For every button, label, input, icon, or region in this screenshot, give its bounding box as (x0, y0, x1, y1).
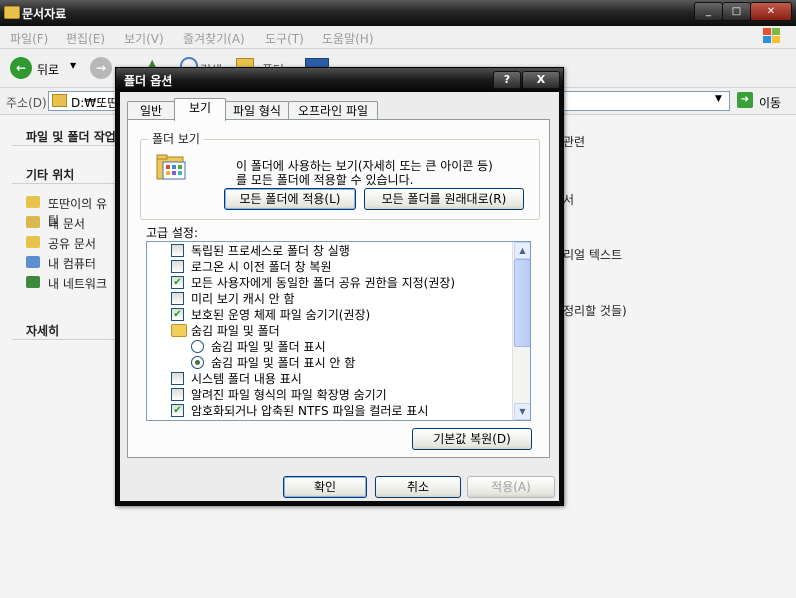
other-place-item[interactable]: 내 컴퓨터 (48, 255, 96, 272)
divider (12, 183, 118, 184)
checkbox[interactable] (171, 244, 184, 257)
checkbox[interactable] (171, 388, 184, 401)
address-label: 주소(D) (6, 96, 47, 110)
menu-file[interactable]: 파일(F) (10, 30, 48, 47)
checkbox-checked[interactable]: ✔ (171, 276, 184, 289)
setting-label: 알려진 파일 형식의 파일 확장명 숨기기 (191, 388, 387, 402)
tab-general[interactable]: 일반 (127, 101, 175, 120)
scroll-down-icon[interactable]: ▼ (514, 403, 530, 420)
apply-to-all-folders-button[interactable]: 모든 폴더에 적용(L) (224, 188, 356, 210)
setting-label: 모든 사용자에게 동일한 폴더 공유 권한을 지정(권장) (191, 276, 456, 290)
restore-defaults-button[interactable]: 기본값 복원(D) (412, 428, 532, 450)
dialog-close-button[interactable]: X (522, 71, 560, 89)
menu-bar: 파일(F) 편집(E) 보기(V) 즐겨찾기(A) 도구(T) 도움말(H) (0, 26, 796, 49)
address-dropdown-icon[interactable]: ▼ (715, 94, 722, 104)
file-item-partial[interactable]: 관련 (563, 133, 585, 150)
forward-arrow-icon[interactable]: → (90, 57, 112, 79)
network-icon (26, 276, 40, 288)
details-header[interactable]: 자세히 (26, 322, 59, 339)
tab-file-types[interactable]: 파일 형식 (225, 101, 289, 120)
shared-folder-icon (26, 236, 40, 248)
folder-view-icon (156, 154, 186, 180)
setting-label: 암호화되거나 압축된 NTFS 파일을 컬러로 표시 (191, 404, 429, 418)
setting-label: 독립된 프로세스로 폴더 창 실행 (191, 244, 350, 258)
address-value: D:₩또딴 (71, 96, 119, 110)
advanced-settings-list[interactable]: 독립된 프로세스로 폴더 창 실행 로그온 시 이전 폴더 창 복원 ✔ 모든 … (146, 241, 531, 421)
other-place-item[interactable]: 내 네트워크 (48, 275, 107, 292)
dialog-title: 폴더 옵션 (124, 74, 173, 88)
setting-group-label: 숨김 파일 및 폴더 (191, 324, 280, 338)
folder-icon (26, 196, 40, 208)
checkbox-checked[interactable]: ✔ (171, 404, 184, 417)
help-button[interactable]: ? (493, 71, 521, 89)
radio-button[interactable] (191, 340, 204, 353)
close-button[interactable]: ✕ (750, 2, 792, 21)
folder-options-dialog: 폴더 옵션 ? X 일반 보기 파일 형식 오프라인 파일 폴더 보기 이 폴더… (115, 67, 564, 506)
checkbox-checked[interactable]: ✔ (171, 308, 184, 321)
advanced-settings-label: 고급 설정: (146, 226, 199, 240)
apply-button[interactable]: 적용(A) (467, 476, 555, 498)
tab-offline-files[interactable]: 오프라인 파일 (288, 101, 378, 120)
reset-all-folders-button[interactable]: 모든 폴더를 원래대로(R) (364, 188, 524, 210)
go-arrow-icon[interactable]: ➜ (737, 92, 753, 108)
vertical-scrollbar[interactable]: ▲ ▼ (512, 242, 530, 420)
file-item-partial[interactable]: 서 (563, 191, 574, 208)
folder-icon (4, 6, 20, 19)
other-places-header[interactable]: 기타 위치 (26, 166, 74, 183)
radio-button-selected[interactable] (191, 356, 204, 369)
maximize-button[interactable]: □ (722, 2, 751, 21)
menu-edit[interactable]: 편집(E) (66, 30, 105, 47)
view-tab-panel: 폴더 보기 이 폴더에 사용하는 보기(자세히 또는 큰 아이콘 등) 를 모든… (127, 119, 550, 458)
window-titlebar[interactable]: 문서자료 _ □ ✕ (0, 0, 796, 26)
back-dropdown-icon[interactable]: ▼ (70, 61, 76, 70)
task-pane: 파일 및 폴더 작업 기타 위치 또딴이의 유틸 내 문서 공유 문서 내 컴퓨… (0, 115, 118, 598)
window-title: 문서자료 (22, 7, 67, 21)
setting-label: 숨김 파일 및 폴더 표시 (211, 340, 326, 354)
other-place-item[interactable]: 공유 문서 (48, 235, 96, 252)
my-computer-icon (26, 256, 40, 268)
file-folder-tasks-header[interactable]: 파일 및 폴더 작업 (26, 128, 116, 145)
go-button-label[interactable]: 이동 (759, 94, 781, 111)
tab-view[interactable]: 보기 (174, 98, 226, 121)
menu-help[interactable]: 도움말(H) (322, 30, 374, 47)
checkbox[interactable] (171, 292, 184, 305)
file-item-partial[interactable]: 정리할 것들) (563, 302, 627, 319)
checkbox[interactable] (171, 372, 184, 385)
setting-label: 로그온 시 이전 폴더 창 복원 (191, 260, 332, 274)
menu-view[interactable]: 보기(V) (124, 30, 164, 47)
folder-view-label: 폴더 보기 (148, 130, 204, 147)
folder-icon (52, 94, 67, 107)
dialog-titlebar[interactable]: 폴더 옵션 ? X (116, 68, 563, 92)
back-arrow-icon[interactable]: ← (10, 57, 32, 79)
divider (12, 339, 118, 340)
setting-label: 보호된 운영 체제 파일 숨기기(권장) (191, 308, 371, 322)
scroll-thumb[interactable] (514, 259, 530, 347)
setting-label: 시스템 폴더 내용 표시 (191, 372, 302, 386)
menu-tools[interactable]: 도구(T) (265, 30, 304, 47)
other-place-item[interactable]: 내 문서 (48, 215, 85, 232)
setting-label: 미리 보기 캐시 안 함 (191, 292, 295, 306)
folder-icon (171, 324, 187, 337)
scroll-up-icon[interactable]: ▲ (514, 242, 530, 259)
checkbox[interactable] (171, 260, 184, 273)
setting-label: 숨김 파일 및 폴더 표시 안 함 (211, 356, 356, 370)
back-button-label[interactable]: 뒤로 (37, 61, 59, 78)
menu-favorites[interactable]: 즐겨찾기(A) (183, 30, 245, 47)
divider (12, 145, 118, 146)
windows-logo-icon (763, 28, 780, 43)
ok-button[interactable]: 확인 (283, 476, 367, 498)
file-item-partial[interactable]: 리얼 텍스트 (563, 246, 622, 263)
dialog-body: 일반 보기 파일 형식 오프라인 파일 폴더 보기 이 폴더에 사용하는 보기(… (120, 92, 559, 501)
minimize-button[interactable]: _ (694, 2, 723, 21)
my-documents-icon (26, 216, 40, 228)
cancel-button[interactable]: 취소 (375, 476, 461, 498)
folder-view-description-2: 를 모든 폴더에 적용할 수 있습니다. (236, 173, 414, 187)
